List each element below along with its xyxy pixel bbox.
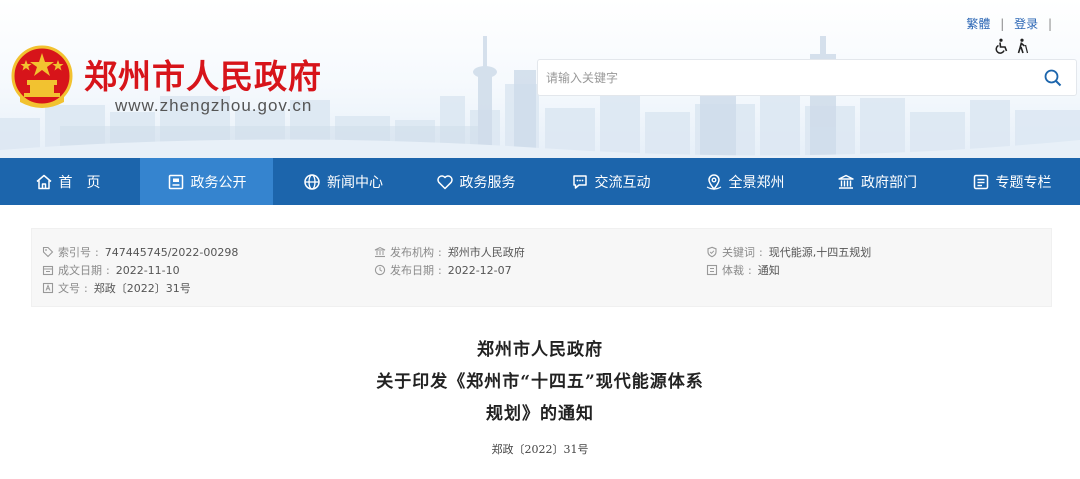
info-separator: :: [438, 245, 442, 259]
separator: |: [1047, 17, 1052, 31]
nav-item-special-topics[interactable]: 专题专栏: [943, 158, 1080, 205]
info-separator: :: [106, 263, 110, 277]
site-header: 郑州市人民政府 www.zhengzhou.gov.cn 繁體 | 登录 |: [0, 0, 1080, 158]
nav-item-label: 交流互动: [594, 174, 651, 191]
building-icon: [838, 174, 854, 189]
institution-icon: [374, 246, 386, 258]
list-icon: [973, 174, 988, 189]
location-icon: [706, 173, 721, 190]
clock-icon: [374, 264, 386, 276]
info-value: 郑政〔2022〕31号: [93, 282, 191, 295]
document-icon: [168, 174, 183, 189]
info-genre: 体裁 : 通知: [706, 262, 780, 278]
document-number-icon: [42, 282, 54, 294]
search-box: [537, 59, 1077, 96]
article-document-number: 郑政〔2022〕31号: [491, 443, 589, 456]
info-issuer: 发布机构 : 郑州市人民政府: [374, 244, 525, 260]
info-created-date: 成文日期 : 2022-11-10: [42, 262, 180, 278]
traditional-chinese-link[interactable]: 繁體: [966, 17, 990, 31]
info-value: 2022-12-07: [447, 263, 512, 277]
top-links: 繁體 | 登录 |: [966, 15, 1058, 32]
nav-item-interaction[interactable]: 交流互动: [543, 158, 678, 205]
site-url[interactable]: www.zhengzhou.gov.cn: [115, 96, 312, 116]
genre-icon: [706, 264, 718, 276]
search-icon: [1044, 69, 1062, 86]
document-info-panel: 索引号 : 747445745/2022-00298 成文日期 : 2022-1…: [31, 228, 1052, 307]
info-separator: :: [438, 263, 442, 277]
wheelchair-icon[interactable]: [993, 38, 1009, 54]
nav-item-panorama[interactable]: 全景郑州: [678, 158, 811, 205]
nav-item-news-center[interactable]: 新闻中心: [278, 158, 408, 205]
info-index-number: 索引号 : 747445745/2022-00298: [42, 244, 238, 260]
nav-item-government-affairs[interactable]: 政务公开: [140, 158, 273, 205]
tag-icon: [42, 246, 54, 258]
nav-item-label: 政府部门: [861, 174, 917, 191]
calendar-icon: [42, 265, 54, 276]
info-separator: :: [84, 281, 88, 295]
info-label: 成文日期: [58, 264, 102, 277]
info-value: 747445745/2022-00298: [104, 245, 239, 259]
home-icon: [36, 174, 51, 189]
info-document-number: 文号 : 郑政〔2022〕31号: [42, 280, 191, 296]
info-label: 体裁: [722, 264, 744, 277]
accessibility-tools: [993, 38, 1031, 54]
heart-icon: [436, 174, 453, 189]
nav-item-label: 专题专栏: [995, 174, 1052, 191]
nav-item-label: 新闻中心: [327, 174, 383, 191]
chat-icon: [572, 174, 587, 189]
info-label: 索引号: [58, 246, 91, 259]
info-separator: :: [95, 245, 99, 259]
article-title-line-3: 规划》的通知: [486, 404, 594, 424]
article-title-line-2: 关于印发《郑州市“十四五”现代能源体系: [376, 372, 704, 392]
nav-item-departments[interactable]: 政府部门: [811, 158, 943, 205]
info-value: 现代能源,十四五规划: [768, 246, 872, 259]
info-separator: :: [748, 263, 752, 277]
nav-item-government-services[interactable]: 政务服务: [408, 158, 543, 205]
info-value: 郑州市人民政府: [447, 246, 525, 259]
info-label: 发布日期: [390, 264, 434, 277]
search-input[interactable]: [538, 60, 1032, 95]
info-publish-date: 发布日期 : 2022-12-07: [374, 262, 512, 278]
info-keywords: 关键词 : 现代能源,十四五规划: [706, 244, 871, 260]
info-value: 通知: [757, 264, 780, 277]
nav-item-label: 政务公开: [190, 174, 247, 191]
nav-item-label: 全景郑州: [728, 174, 785, 191]
elderly-icon[interactable]: [1015, 38, 1031, 54]
info-label: 文号: [58, 282, 80, 295]
shield-icon: [707, 246, 717, 258]
site-title[interactable]: 郑州市人民政府: [84, 50, 322, 98]
separator: |: [1000, 17, 1005, 31]
info-label: 关键词: [722, 246, 755, 259]
national-emblem-icon: [11, 45, 73, 108]
main-nav: 首 页 政务公开 新闻中心 政务服务 交流互动 全景郑州 政府部门 专题专栏: [0, 158, 1080, 205]
info-label: 发布机构: [390, 246, 434, 259]
search-button[interactable]: [1030, 60, 1076, 95]
globe-icon: [304, 173, 320, 190]
login-link[interactable]: 登录: [1014, 17, 1038, 31]
nav-item-label: 政务服务: [459, 174, 516, 191]
nav-item-label: 首 页: [58, 174, 101, 191]
info-separator: :: [759, 245, 763, 259]
article-title-line-1: 郑州市人民政府: [477, 340, 603, 360]
nav-item-home[interactable]: 首 页: [0, 158, 135, 205]
info-value: 2022-11-10: [115, 263, 180, 277]
